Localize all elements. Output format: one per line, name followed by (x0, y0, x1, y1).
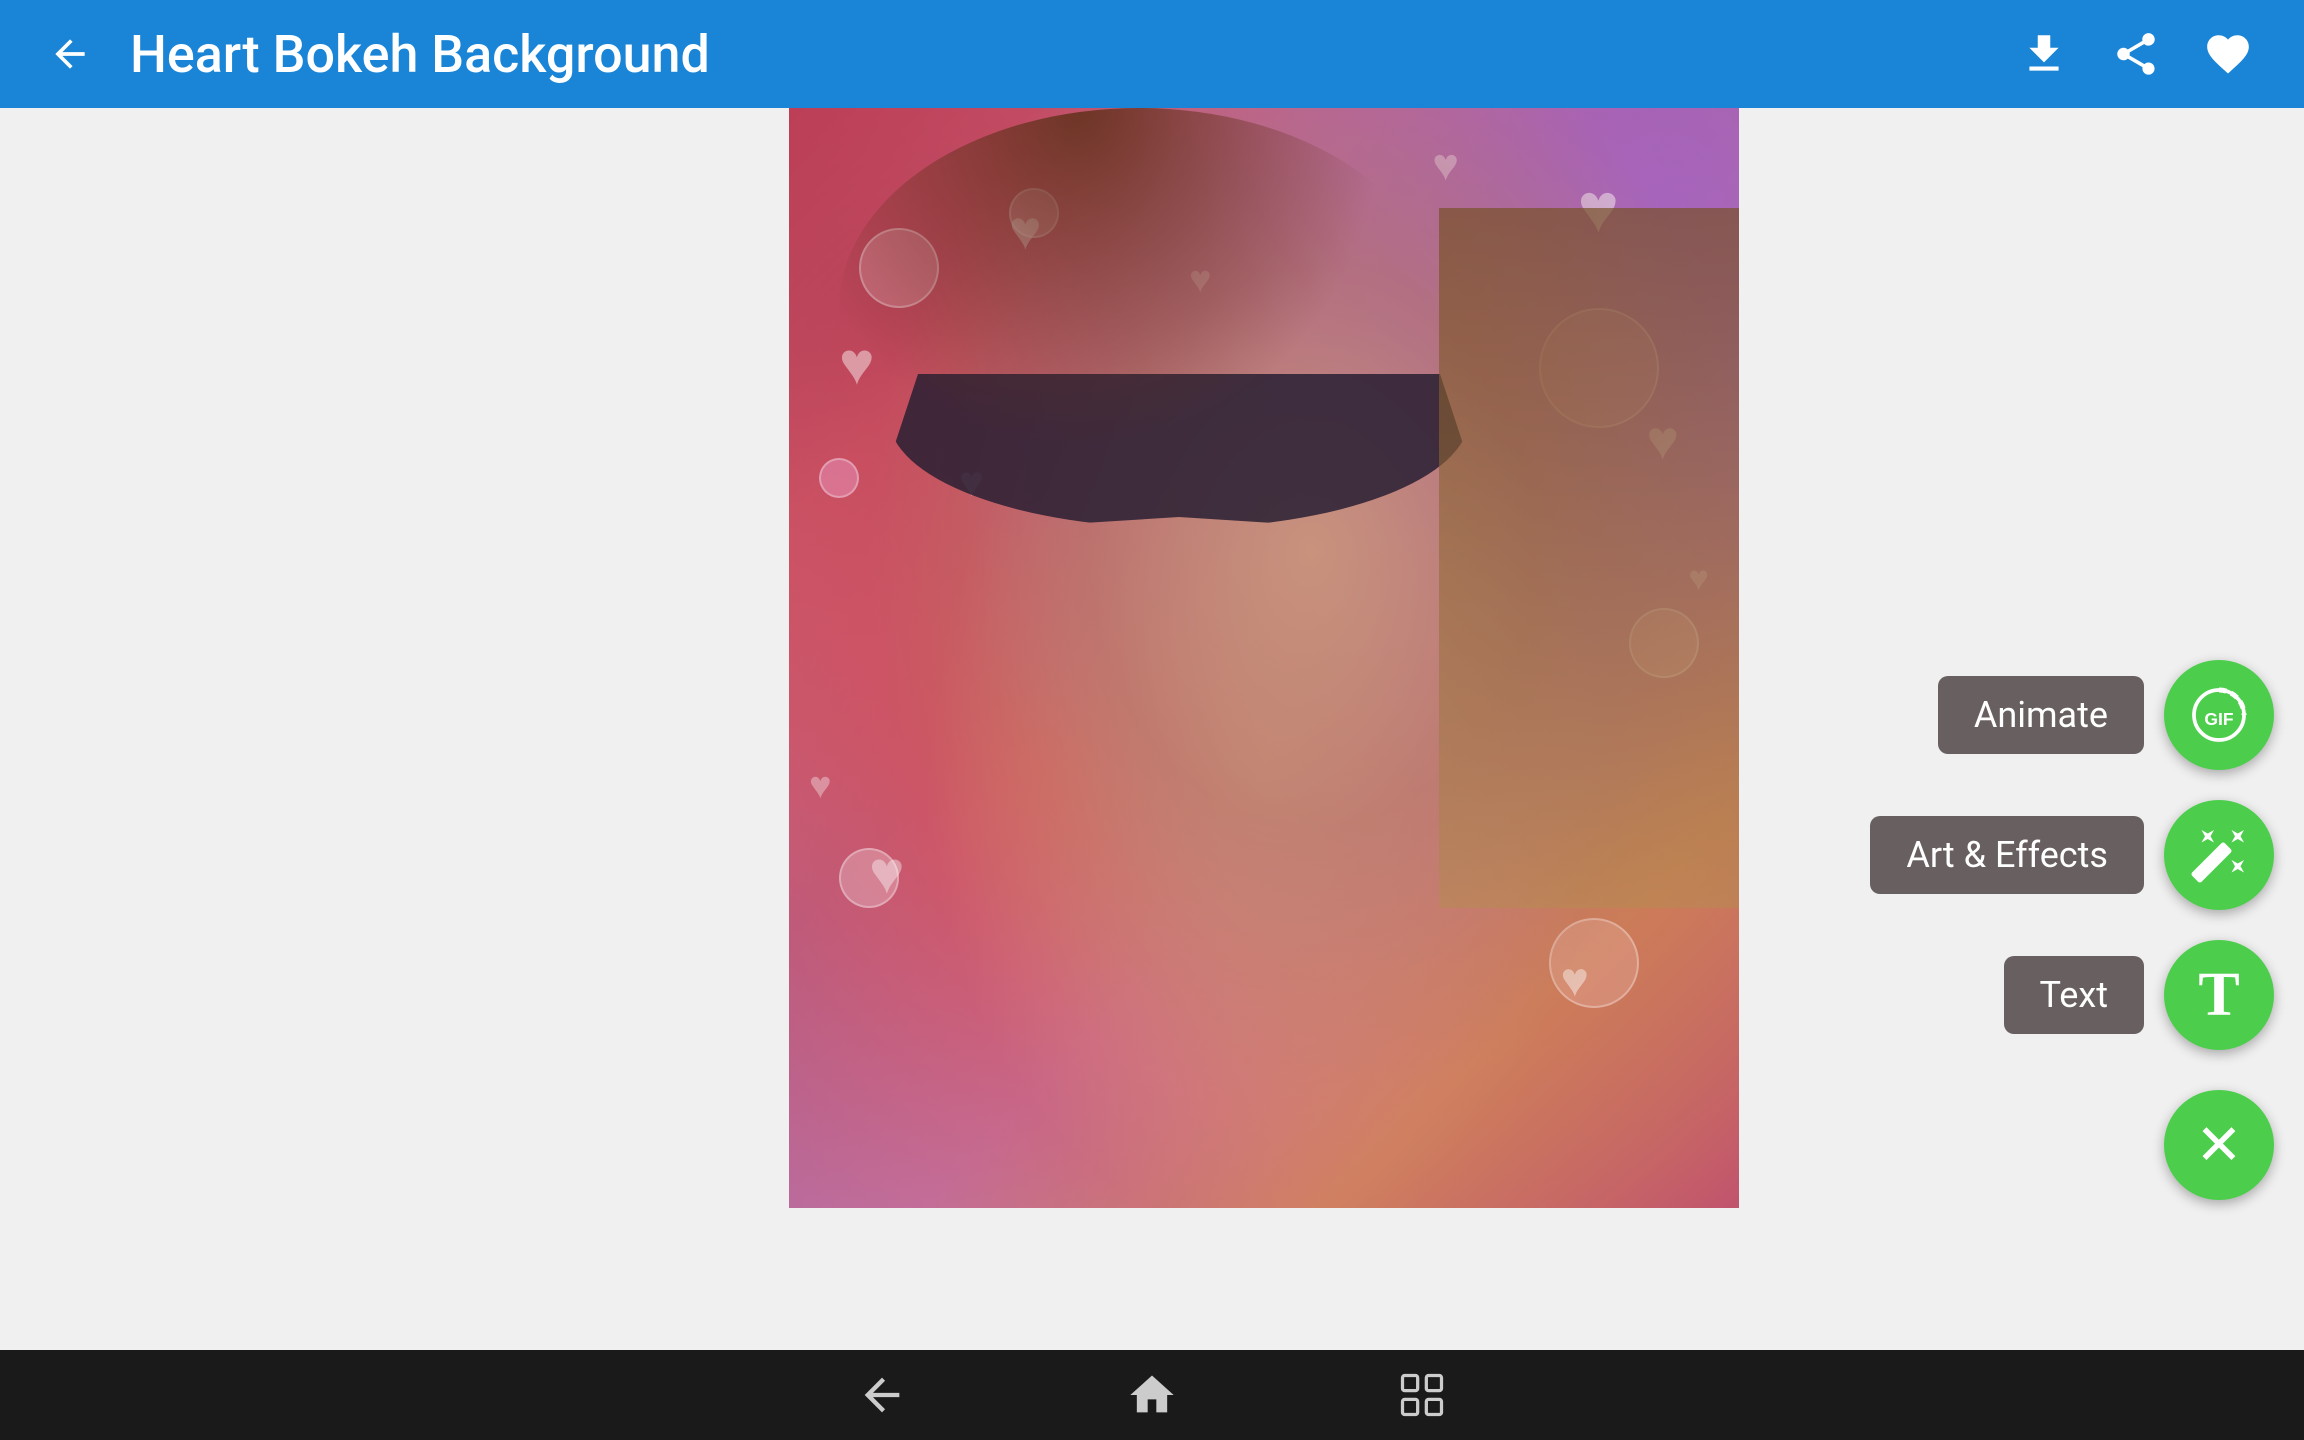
download-button[interactable] (2008, 18, 2080, 90)
close-icon: ✕ (2196, 1117, 2243, 1173)
text-label[interactable]: Text (2004, 956, 2144, 1034)
animate-fab-button[interactable]: GIF (2164, 660, 2274, 770)
back-button[interactable] (40, 24, 100, 84)
nav-back-icon (856, 1369, 908, 1421)
page-title: Heart Bokeh Background (130, 24, 1988, 85)
top-bar: Heart Bokeh Background (0, 0, 2304, 108)
nav-home-icon (1126, 1369, 1178, 1421)
text-fab-row: Text T (2004, 940, 2274, 1050)
art-effects-fab-row: Art & Effects (1870, 800, 2274, 910)
text-t-icon: T (2198, 960, 2239, 1031)
art-effects-fab-button[interactable] (2164, 800, 2274, 910)
nav-recents-button[interactable] (1387, 1360, 1457, 1430)
nav-home-button[interactable] (1117, 1360, 1187, 1430)
fab-menu: Animate GIF Art & Effects Text (1870, 660, 2274, 1200)
nav-recents-icon (1396, 1369, 1448, 1421)
text-fab-button[interactable]: T (2164, 940, 2274, 1050)
magic-wand-icon (2189, 825, 2249, 885)
animate-fab-row: Animate GIF (1938, 660, 2274, 770)
gif-icon: GIF (2189, 685, 2249, 745)
bottom-navigation-bar (0, 1350, 2304, 1440)
animate-label[interactable]: Animate (1938, 676, 2144, 754)
hair-side-overlay (1439, 208, 1739, 908)
favorite-button[interactable] (2192, 18, 2264, 90)
share-button[interactable] (2100, 18, 2172, 90)
nav-back-button[interactable] (847, 1360, 917, 1430)
main-content: ♥ ♥ ♥ ♥ ♥ ♥ ♥ ♥ ♥ ♥ ♥ Animate GIF (0, 108, 2304, 1350)
close-fab-button[interactable]: ✕ (2164, 1090, 2274, 1200)
photo-image: ♥ ♥ ♥ ♥ ♥ ♥ ♥ ♥ ♥ ♥ ♥ (789, 108, 1739, 1208)
art-effects-label[interactable]: Art & Effects (1870, 816, 2144, 894)
svg-text:GIF: GIF (2204, 709, 2233, 729)
hair-overlay (839, 108, 1439, 508)
